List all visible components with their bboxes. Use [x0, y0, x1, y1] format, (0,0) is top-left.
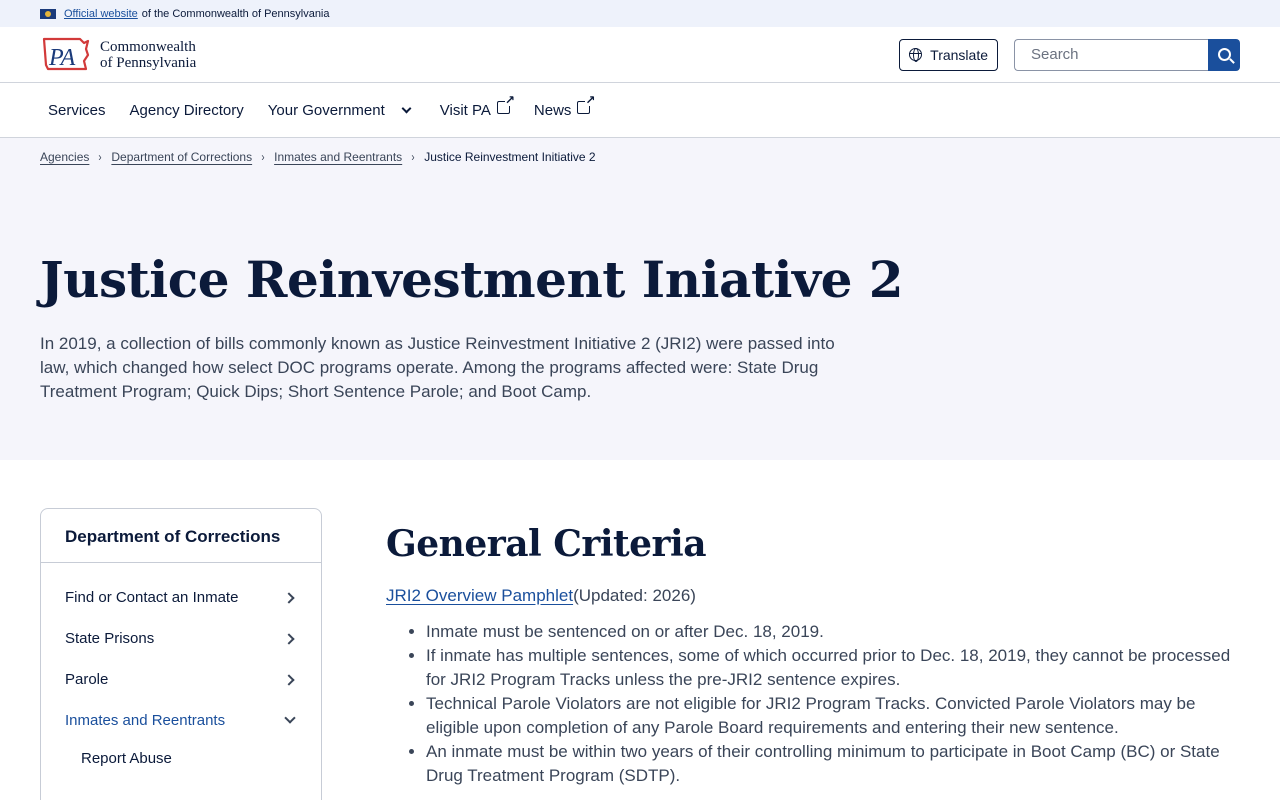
chevron-down-icon: [401, 103, 412, 113]
criteria-list: Inmate must be sentenced on or after Dec…: [386, 620, 1240, 788]
globe-icon: [909, 48, 923, 62]
search-icon: [1217, 48, 1231, 61]
nav-item-news[interactable]: News: [533, 94, 596, 119]
breadcrumb-current: Justice Reinvestment Initiative 2: [424, 150, 596, 164]
main-nav: Services Agency Directory Your Governmen…: [0, 83, 1280, 138]
list-item: An inmate must be within two years of th…: [426, 740, 1240, 788]
sidebar-subitem-report-abuse[interactable]: Report Abuse: [41, 741, 321, 775]
page-title: Justice Reinvestment Iniative 2: [40, 250, 904, 309]
breadcrumb-department-of-corrections[interactable]: Department of Corrections: [111, 150, 252, 164]
chevron-right-icon: [283, 673, 295, 686]
site-header: PA Commonwealth of Pennsylvania Translat…: [0, 27, 1280, 83]
nav-item-visit-pa[interactable]: Visit PA: [439, 94, 515, 119]
logo-text: Commonwealth of Pennsylvania: [100, 39, 196, 71]
hero-section: Agencies › Department of Corrections › I…: [0, 138, 1280, 460]
sidebar-item-find-inmate[interactable]: Find or Contact an Inmate: [41, 577, 321, 618]
pa-keystone-icon: PA: [40, 35, 92, 75]
article-content: General Criteria JRI2 Overview Pamphlet(…: [386, 508, 1240, 800]
nav-item-agency-directory[interactable]: Agency Directory: [130, 102, 244, 119]
sidebar-item-label: Inmates and Reentrants: [65, 712, 226, 729]
search-bar: [1014, 38, 1240, 71]
external-link-icon: [496, 94, 515, 114]
sidebar-subitem-label: Report Abuse: [81, 749, 172, 767]
translate-button[interactable]: Translate: [899, 38, 998, 71]
external-link-icon: [577, 94, 595, 114]
official-banner-text: of the Commonwealth of Pennsylvania: [141, 7, 330, 20]
pa-logo[interactable]: PA Commonwealth of Pennsylvania: [40, 35, 196, 75]
logo-line-1: Commonwealth: [100, 38, 196, 55]
translate-label: Translate: [930, 46, 988, 63]
chevron-right-icon: [283, 591, 295, 604]
nav-label: Services: [48, 101, 106, 119]
chevron-right-icon: [283, 632, 295, 645]
page-intro: In 2019, a collection of bills commonly …: [40, 334, 835, 401]
list-item: If inmate has multiple sentences, some o…: [426, 644, 1240, 692]
sidebar-item-label: Parole: [65, 671, 109, 688]
sidebar-item-label: State Prisons: [65, 630, 155, 647]
pamphlet-updated: (Updated: 2026): [573, 586, 696, 605]
nav-label: Visit PA: [439, 101, 491, 119]
pamphlet-line: JRI2 Overview Pamphlet(Updated: 2026): [386, 586, 1240, 606]
list-item: Technical Parole Violators are not eligi…: [426, 692, 1240, 740]
sidebar-item-parole[interactable]: Parole: [41, 659, 321, 700]
logo-line-2: of Pennsylvania: [100, 54, 197, 71]
breadcrumb-agencies[interactable]: Agencies: [40, 150, 89, 164]
search-input[interactable]: [1014, 38, 1208, 71]
sidebar-item-inmates-and-reentrants[interactable]: Inmates and Reentrants: [41, 700, 321, 741]
pamphlet-link[interactable]: JRI2 Overview Pamphlet: [386, 586, 573, 605]
sidebar-items: Find or Contact an Inmate State Prisons …: [41, 563, 321, 775]
chevron-down-icon: [284, 712, 296, 724]
breadcrumb-inmates-and-reentrants[interactable]: Inmates and Reentrants: [274, 150, 402, 164]
sidebar-nav: Department of Corrections Find or Contac…: [40, 508, 322, 800]
official-website-link[interactable]: Official website: [64, 8, 138, 20]
pa-mark-text: PA: [48, 45, 76, 71]
nav-label: Agency Directory: [129, 101, 244, 119]
nav-item-services[interactable]: Services: [48, 102, 106, 119]
sidebar-item-label: Find or Contact an Inmate: [65, 589, 239, 606]
list-item: Inmate must be sentenced on or after Dec…: [426, 620, 1240, 644]
search-button[interactable]: [1208, 38, 1240, 71]
official-banner: Official website of the Commonwealth of …: [0, 0, 1280, 27]
chevron-right-icon: ›: [411, 150, 415, 164]
chevron-right-icon: ›: [261, 150, 265, 164]
nav-label: News: [533, 101, 572, 119]
section-title: General Criteria: [386, 523, 707, 565]
sidebar-title[interactable]: Department of Corrections: [41, 509, 321, 563]
breadcrumb: Agencies › Department of Corrections › I…: [40, 150, 1240, 164]
sidebar-item-state-prisons[interactable]: State Prisons: [41, 618, 321, 659]
main-content: Department of Corrections Find or Contac…: [0, 460, 1280, 800]
header-actions: Translate: [899, 38, 1240, 71]
nav-item-your-government[interactable]: Your Government: [267, 101, 412, 119]
pa-flag-icon: [40, 8, 56, 19]
chevron-right-icon: ›: [98, 150, 102, 164]
nav-label: Your Government: [267, 101, 385, 119]
